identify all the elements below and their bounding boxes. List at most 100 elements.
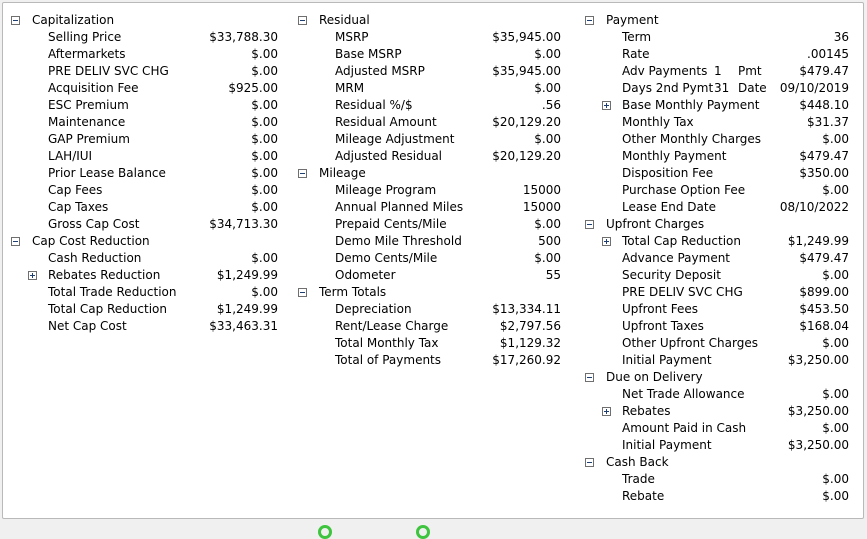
field-gap-premium: GAP Premium $.00 [3,131,278,148]
field-upfront-taxes: Upfront Taxes $168.04 [577,318,849,335]
section-residual[interactable]: Residual [290,12,561,29]
field-value: $.00 [822,183,849,197]
field-value: $.00 [822,268,849,282]
field-odometer: Odometer 55 [290,267,561,284]
field-prior-lease-balance: Prior Lease Balance $.00 [3,165,278,182]
field-initial-payment: Initial Payment $3,250.00 [577,352,849,369]
field-label: PRE DELIV SVC CHG [48,64,169,78]
field-value: $.00 [822,489,849,503]
field-value: $3,250.00 [787,404,849,418]
expand-icon[interactable] [28,271,37,280]
field-total-monthly-tax: Total Monthly Tax $1,129.32 [290,335,561,352]
section-cash-back[interactable]: Cash Back [577,454,849,471]
field-value: $.00 [251,98,278,112]
section-capitalization[interactable]: Capitalization [3,12,278,29]
field-label: Cap Taxes [48,200,109,214]
field-rate: Rate .00145 [577,46,849,63]
field-value: $.00 [534,132,561,146]
collapse-icon[interactable] [585,16,594,25]
field-label: Purchase Option Fee [622,183,746,197]
field-value: $448.10 [799,98,849,112]
field-label: Total Monthly Tax [335,336,439,350]
section-upfront-charges[interactable]: Upfront Charges [577,216,849,233]
field-label: ESC Premium [48,98,129,112]
field-label: PRE DELIV SVC CHG [622,285,743,299]
field-value: $.00 [822,472,849,486]
section-mileage[interactable]: Mileage [290,165,561,182]
field-label: Selling Price [48,30,122,44]
field-label: Lease End Date [622,200,716,214]
field-total-cap-reduction: Total Cap Reduction $1,249.99 [577,233,849,250]
field-value: $.00 [251,115,278,129]
collapse-icon[interactable] [298,169,307,178]
field-label: Gross Cap Cost [48,217,140,231]
field-label: Term [622,30,652,44]
field-pre-deliv-svc-chg: PRE DELIV SVC CHG $899.00 [577,284,849,301]
section-term-totals[interactable]: Term Totals [290,284,561,301]
field-other-upfront-charges: Other Upfront Charges $.00 [577,335,849,352]
field-value: 55 [545,268,561,282]
field-depreciation: Depreciation $13,334.11 [290,301,561,318]
field-label: Rebates Reduction [48,268,161,282]
field-label: Mileage Adjustment [335,132,455,146]
collapse-icon[interactable] [298,16,307,25]
field-monthly-payment: Monthly Payment $479.47 [577,148,849,165]
expand-icon[interactable] [602,101,611,110]
field-label: Total Cap Reduction [622,234,741,248]
field-initial-payment: Initial Payment $3,250.00 [577,437,849,454]
section-cap-cost-reduction[interactable]: Cap Cost Reduction [3,233,278,250]
field-lease-end-date: Lease End Date 08/10/2022 [577,199,849,216]
field-lah-iui: LAH/IUI $.00 [3,148,278,165]
field-value: $35,945.00 [492,64,561,78]
field-value: $3,250.00 [787,353,849,367]
field-value: $479.47 [799,251,849,265]
field-label: Annual Planned Miles [335,200,464,214]
field-label: MRM [335,81,365,95]
field-label: Rent/Lease Charge [335,319,449,333]
section-title: Term Totals [319,285,387,299]
expand-icon[interactable] [602,237,611,246]
field-label: Adjusted Residual [335,149,443,163]
section-title: Cap Cost Reduction [32,234,150,248]
field-rent-lease-charge: Rent/Lease Charge $2,797.56 [290,318,561,335]
field-label: Security Deposit [622,268,721,282]
field-label: Total of Payments [335,353,442,367]
field-label: Upfront Taxes [622,319,704,333]
collapse-icon[interactable] [585,220,594,229]
collapse-icon[interactable] [11,237,20,246]
collapse-icon[interactable] [11,16,20,25]
field-value: $33,463.31 [209,319,278,333]
field-value: $35,945.00 [492,30,561,44]
collapse-icon[interactable] [298,288,307,297]
field-value: $1,129.32 [499,336,561,350]
field-value: $.00 [251,149,278,163]
field-security-deposit: Security Deposit $.00 [577,267,849,284]
field-cap-taxes: Cap Taxes $.00 [3,199,278,216]
field-mrm: MRM $.00 [290,80,561,97]
field-rebates: Rebates $3,250.00 [577,403,849,420]
field-value: $.00 [534,81,561,95]
field-label: Initial Payment [622,353,712,367]
status-indicator-icon [318,525,332,539]
section-due-on-delivery[interactable]: Due on Delivery [577,369,849,386]
field-value: 09/10/2019 [779,81,849,95]
field-label: Demo Mile Threshold [335,234,462,248]
field-label: Net Trade Allowance [622,387,745,401]
field-adv-payments: Adv Payments 1 Pmt $479.47 [577,63,849,80]
expand-icon[interactable] [602,407,611,416]
field-demo-cents-mile: Demo Cents/Mile $.00 [290,250,561,267]
field-mileage-program: Mileage Program 15000 [290,182,561,199]
collapse-icon[interactable] [585,458,594,467]
section-title: Payment [606,13,659,27]
field-rebate: Rebate $.00 [577,488,849,505]
field-value: $.00 [534,251,561,265]
field-adjusted-residual: Adjusted Residual $20,129.20 [290,148,561,165]
field-value: $.00 [251,132,278,146]
status-indicator-icon [416,525,430,539]
section-payment[interactable]: Payment [577,12,849,29]
field-value: $350.00 [799,166,849,180]
column-payment: Payment Term 36 Rate .00145 Adv Payments 1 Pmt $… [577,12,849,505]
field-term: Term 36 [577,29,849,46]
field-purchase-option-fee: Purchase Option Fee $.00 [577,182,849,199]
collapse-icon[interactable] [585,373,594,382]
